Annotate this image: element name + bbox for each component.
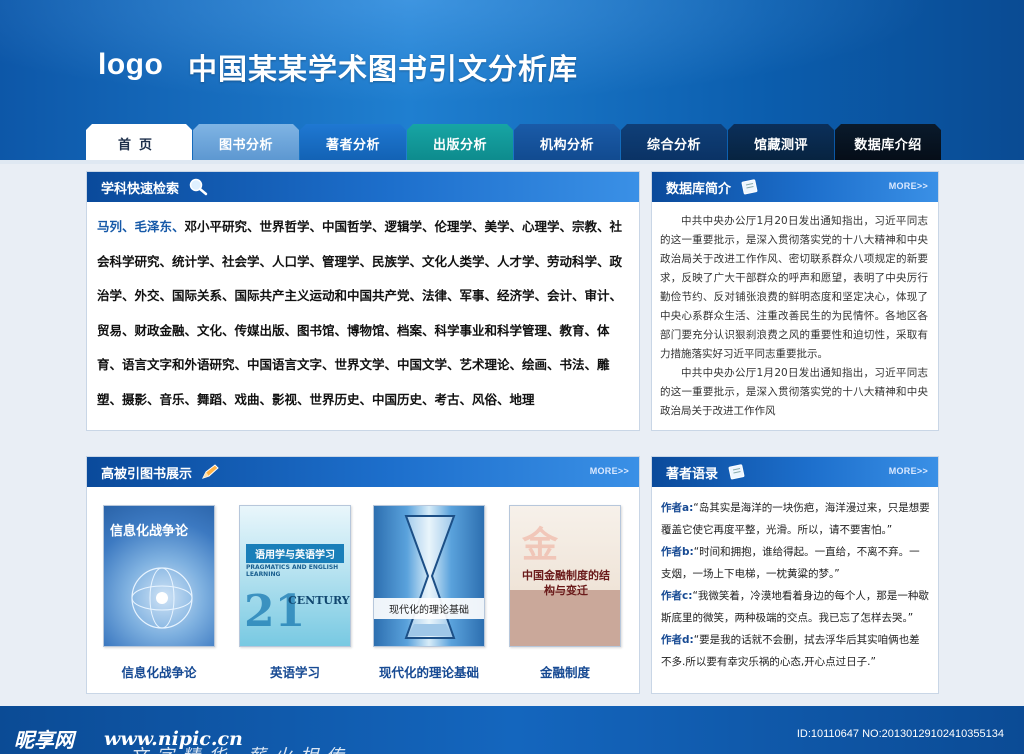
book-cover[interactable]: 语用学与英语学习 PRAGMATICS AND ENGLISH LEARNING… [239, 505, 351, 647]
book-cover-title: 现代化的理论基础 [374, 598, 484, 619]
quote-text: “岛其实是海洋的一块伤疤，海洋漫过来，只是想要覆盖它使它再度平整，光滑。所以，请… [661, 502, 930, 536]
tab-book-analysis[interactable]: 图书分析 [193, 124, 299, 160]
intro-paragraph: 中共中央办公厅1月20日发出通知指出，习近平同志的这一重要批示，是深入贯彻落实党… [660, 367, 928, 417]
quote-item: 作者c:“我微笑着，冷漠地看着身边的每个人，那是一种歇斯底里的微笑，两种极端的交… [661, 585, 930, 629]
site-title: 中国某某学术图书引文分析库 [188, 52, 579, 86]
database-intro-panel: 数据库简介 MORE>> 中共中央办公厅1月20日发出通知指出，习近平同志的这一… [651, 171, 939, 431]
panel-title: 著者语录 [666, 466, 719, 482]
subject-list[interactable]: 马列、毛泽东、邓小平研究、世界哲学、中国哲学、逻辑学、伦理学、美学、心理学、宗教… [87, 202, 639, 417]
quote-item: 作者b:“时间和拥抱，谁给得起。一直给，不离不弃。一支烟，一场上下电梯，一枕黄粱… [661, 541, 930, 585]
footer-slogan: 文字精华 薪火相传 [130, 742, 352, 754]
tab-publishing-analysis[interactable]: 出版分析 [407, 124, 513, 160]
book-item[interactable]: 金 中国金融制度的结构与变迁 金融制度 [505, 505, 625, 685]
more-link[interactable]: MORE>> [889, 181, 928, 191]
watermark-brand: 昵享网 [14, 728, 74, 752]
quote-author[interactable]: 作者a: [661, 502, 693, 514]
book-cover-title: 中国金融制度的结构与变迁 [522, 569, 610, 597]
quote-text: “要是我的话就不会删，拭去浮华后其实咱俩也差不多.所以要有幸灾乐祸的心态,开心点… [661, 634, 920, 668]
panel-header: 高被引图书展示 MORE>> [87, 457, 639, 487]
site-footer: 昵享网 www.nipic.cn 文字精华 薪火相传 ID:10110647 N… [0, 706, 1024, 754]
quote-item: 作者d:“要是我的话就不会删，拭去浮华后其实咱俩也差不多.所以要有幸灾乐祸的心态… [661, 629, 930, 673]
top-cited-books-panel: 高被引图书展示 MORE>> 信息化战争论 信息化战争论 语用学与英语学习 PR… [86, 456, 640, 694]
panel-title: 高被引图书展示 [101, 466, 193, 482]
quote-author[interactable]: 作者d: [661, 634, 694, 646]
book-title[interactable]: 现代化的理论基础 [369, 662, 489, 681]
book-cover-century: CENTURY [288, 594, 350, 607]
quote-list: 作者a:“岛其实是海洋的一块伤疤，海洋漫过来，只是想要覆盖它使它再度平整，光滑。… [652, 487, 938, 673]
tab-comprehensive-analysis[interactable]: 综合分析 [621, 124, 727, 160]
quote-author[interactable]: 作者b: [661, 546, 694, 558]
quote-text: “时间和拥抱，谁给得起。一直给，不离不弃。一支烟，一场上下电梯，一枕黄粱的梦。” [661, 546, 920, 580]
author-quotes-panel: 著者语录 MORE>> 作者a:“岛其实是海洋的一块伤疤，海洋漫过来，只是想要覆… [651, 456, 939, 694]
book-title[interactable]: 金融制度 [505, 662, 625, 681]
panel-header: 数据库简介 MORE>> [652, 172, 938, 202]
quote-item: 作者a:“岛其实是海洋的一块伤疤，海洋漫过来，只是想要覆盖它使它再度平整，光滑。… [661, 497, 930, 541]
book-item[interactable]: 现代化的理论基础 现代化的理论基础 [369, 505, 489, 685]
globe-icon [131, 567, 193, 629]
main-nav: 首页 图书分析 著者分析 出版分析 机构分析 综合分析 馆藏测评 数据库介绍 [86, 124, 942, 160]
panel-title: 数据库简介 [666, 181, 732, 197]
image-id: ID:10110647 NO:20130129102410355134 [796, 728, 1004, 740]
book-list: 信息化战争论 信息化战争论 语用学与英语学习 PRAGMATICS AND EN… [87, 487, 639, 687]
document-icon [726, 463, 748, 481]
nav-divider [0, 160, 1024, 164]
subject-text[interactable]: 邓小平研究、世界哲学、中国哲学、逻辑学、伦理学、美学、心理学、宗教、社会科学研究… [97, 219, 622, 407]
intro-paragraph: 中共中央办公厅1月20日发出通知指出，习近平同志的这一重要批示，是深入贯彻落实党… [660, 215, 928, 360]
tab-institution-analysis[interactable]: 机构分析 [514, 124, 620, 160]
quote-author[interactable]: 作者c: [661, 590, 692, 602]
panel-header: 学科快速检索 [87, 172, 639, 202]
book-item[interactable]: 语用学与英语学习 PRAGMATICS AND ENGLISH LEARNING… [235, 505, 355, 685]
book-cover-subtitle: PRAGMATICS AND ENGLISH LEARNING [246, 564, 339, 578]
more-link[interactable]: MORE>> [590, 466, 629, 476]
book-cover-title: 语用学与英语学习 [246, 544, 344, 563]
magnifier-icon [187, 178, 209, 196]
panel-title: 学科快速检索 [101, 181, 180, 197]
logo[interactable]: logo [98, 48, 163, 82]
site-header: logo 中国某某学术图书引文分析库 首页 图书分析 著者分析 出版分析 机构分… [0, 0, 1024, 160]
panel-header: 著者语录 MORE>> [652, 457, 938, 487]
pencil-icon [200, 463, 222, 481]
book-title[interactable]: 英语学习 [235, 662, 355, 681]
tab-home[interactable]: 首页 [86, 124, 192, 160]
book-cover-art: 金 [522, 524, 559, 566]
book-cover[interactable]: 信息化战争论 [103, 505, 215, 647]
hourglass-icon [404, 515, 456, 639]
document-icon [739, 178, 761, 196]
book-cover[interactable]: 现代化的理论基础 [373, 505, 485, 647]
book-cover-title: 信息化战争论 [110, 524, 189, 539]
intro-text: 中共中央办公厅1月20日发出通知指出，习近平同志的这一重要批示，是深入贯彻落实党… [652, 202, 938, 421]
more-link[interactable]: MORE>> [889, 466, 928, 476]
quote-text: “我微笑着，冷漠地看着身边的每个人，那是一种歇斯底里的微笑，两种极端的交点。我已… [661, 590, 929, 624]
tab-author-analysis[interactable]: 著者分析 [300, 124, 406, 160]
book-item[interactable]: 信息化战争论 信息化战争论 [99, 505, 219, 685]
subject-highlight[interactable]: 马列、毛泽东、 [97, 219, 185, 234]
book-title[interactable]: 信息化战争论 [99, 662, 219, 681]
tab-collection-evaluation[interactable]: 馆藏测评 [728, 124, 834, 160]
book-cover[interactable]: 金 中国金融制度的结构与变迁 [509, 505, 621, 647]
subject-search-panel: 学科快速检索 马列、毛泽东、邓小平研究、世界哲学、中国哲学、逻辑学、伦理学、美学… [86, 171, 640, 431]
tab-database-intro[interactable]: 数据库介绍 [835, 124, 941, 160]
